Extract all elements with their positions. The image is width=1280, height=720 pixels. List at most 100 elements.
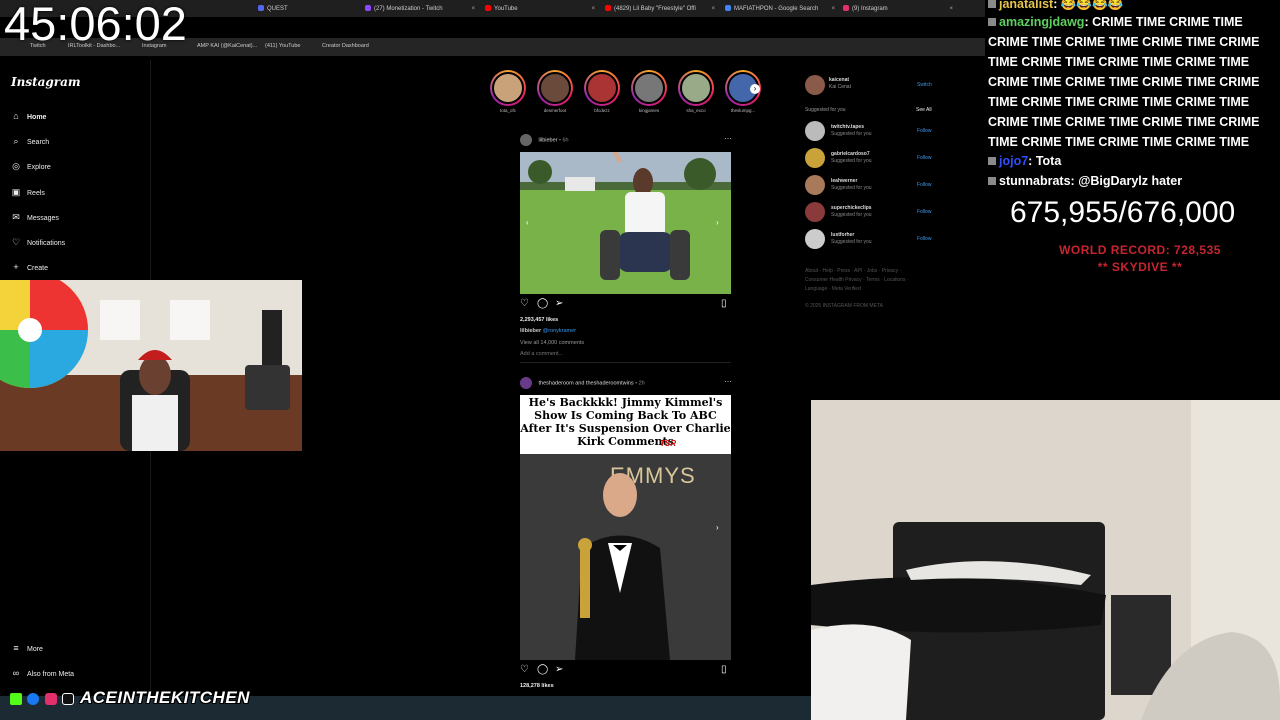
more-options-icon[interactable]: ⋯ [724,134,732,143]
instagram-logo[interactable]: Instagram [11,75,81,89]
nav-label: Search [27,139,50,146]
chat-username: jojo7 [999,154,1029,168]
nav-item-reels[interactable]: ▣ Reels [11,187,45,198]
account-username[interactable]: kaicenat [829,77,849,83]
nav-item-messages[interactable]: ✉ Messages [11,212,59,223]
browser-tab[interactable]: YouTube × [485,2,597,16]
close-tab-icon[interactable]: × [831,2,835,16]
record-subline: ** SKYDIVE ** [1097,260,1183,274]
avatar [805,202,825,222]
tab-label: (4829) Lil Baby "Freestyle" Offi [614,6,696,12]
comment-icon[interactable]: ◯ [537,298,548,309]
nav-item-also-from-meta[interactable]: ∞ Also from Meta [11,668,74,678]
post-image[interactable]: He's Backkkk! Jimmy Kimmel's Show Is Com… [520,395,731,660]
nav-item-search[interactable]: ⌕ Search [11,136,49,147]
switch-account-link[interactable]: Switch [917,82,932,88]
comment-icon[interactable]: ◯ [537,664,548,675]
story-item[interactable]: kingjames [629,70,669,113]
suggested-username[interactable]: superchickeclips [831,205,872,211]
story-ring [490,70,526,106]
see-all-link[interactable]: See All [916,107,932,113]
story-item[interactable]: tota_ofc [488,70,528,113]
post-image[interactable]: ‹ › [520,152,731,294]
close-tab-icon[interactable]: × [711,2,715,16]
nav-label: Create [27,265,49,272]
headline-text: He's Backkkk! Jimmy Kimmel's Show Is Com… [520,395,731,454]
current-account[interactable]: kaicenat Kai Cenat Switch [805,75,932,95]
chat-message: stunnabrats: @BigDarylz hater [988,171,1276,191]
close-tab-icon[interactable]: × [949,2,953,16]
add-comment-input[interactable]: Add a comment... [520,351,563,357]
suggested-account[interactable]: leahwerner Suggested for you Follow [805,175,931,195]
share-icon[interactable]: ➢ [555,298,563,309]
browser-tab[interactable]: MAFIATHPON - Google Search × [725,2,837,16]
follow-button[interactable]: Follow [917,182,931,188]
bookmark-item[interactable]: Creator Dashboard [322,43,369,49]
follow-button[interactable]: Follow [917,128,931,134]
chat-text: CRIME TIME CRIME TIME CRIME TIME CRIME T… [988,15,1260,149]
nav-item-more[interactable]: ≡ More [11,643,43,653]
post-author[interactable]: theshaderoom and theshaderoomtwins [539,380,634,386]
suggested-account[interactable]: lustforher Suggested for you Follow [805,229,931,249]
post-author[interactable]: lilbieber [539,137,558,143]
follow-button[interactable]: Follow [917,209,931,215]
heart-icon[interactable]: ♡ [520,298,529,309]
suggested-username[interactable]: gabrielcardoso7 [831,151,870,157]
story-item[interactable]: bfcdezz [582,70,622,113]
chat-username: janatalist [999,0,1054,11]
chevron-left-icon[interactable]: ‹ [526,218,529,227]
bookmark-item[interactable]: AMP KAI (@KaiCenat)... [197,43,257,49]
browser-tab[interactable]: (4829) Lil Baby "Freestyle" Offi × [605,2,717,16]
suggested-account[interactable]: superchickeclips Suggested for you Follow [805,202,931,222]
story-username: bfcdezz [594,108,610,113]
like-count[interactable]: 128,278 likes [520,683,554,689]
close-tab-icon[interactable]: × [471,2,475,16]
caption-user[interactable]: lilbieber [520,328,541,334]
stream-timer: 45:06:02 [4,0,187,50]
chevron-right-icon[interactable]: › [716,523,719,532]
share-icon[interactable]: ➢ [555,664,563,675]
tab-label: (9) Instagram [852,6,888,12]
suggested-account[interactable]: twitchtv.tapes Suggested for you Follow [805,121,931,141]
story-username: kingjames [638,108,660,113]
bookmark-icon[interactable]: ▯ [721,298,727,309]
heart-icon[interactable]: ♡ [520,664,529,675]
account-name: Kai Cenat [829,84,851,90]
story-username: tota_ofc [499,108,516,113]
chevron-right-icon[interactable]: › [716,218,719,227]
follow-button[interactable]: Follow [917,236,931,242]
avatar [633,72,665,104]
story-item[interactable]: desmerfoot [535,70,575,113]
nav-item-home[interactable]: ⌂ Home [11,111,46,121]
search-icon: ⌕ [13,136,19,146]
follow-button[interactable]: Follow [917,155,931,161]
caption-tag[interactable]: @ronykramer [543,328,576,334]
suggested-subtext: Suggested for you [831,185,872,191]
chat-message: amazingjdawg: CRIME TIME CRIME TIME CRIM… [988,12,1276,152]
story-item[interactable]: sha_exco [676,70,716,113]
browser-tab[interactable]: (27) Monetization - Twitch × [365,2,477,16]
suggested-username[interactable]: leahwerner [831,178,857,184]
footer-links[interactable]: About · Help · Press · API · Jobs · Priv… [805,267,915,294]
bookmark-item[interactable]: (411) YouTube [265,43,300,49]
more-options-icon[interactable]: ⋯ [724,377,732,386]
close-tab-icon[interactable]: × [591,2,595,16]
suggested-username[interactable]: lustforher [831,232,854,238]
bookmark-icon[interactable]: ▯ [721,664,727,675]
nav-item-explore[interactable]: ◎ Explore [11,161,51,172]
kick-icon [10,693,22,705]
chat-message: jojo7: Tota [988,151,1276,171]
chat-username: stunnabrats [999,174,1071,188]
like-count[interactable]: 2,293,457 likes [520,317,558,323]
avatar [680,72,712,104]
nav-item-notifications[interactable]: ♡ Notifications [11,237,65,248]
view-comments-link[interactable]: View all 14,000 comments [520,340,584,346]
story-next-icon[interactable]: › [750,84,760,94]
post-header[interactable]: theshaderoom and theshaderoomtwins • 2h [520,377,645,389]
post-header[interactable]: lilbieber • 6h [520,134,569,146]
browser-tab[interactable]: QUEST× [258,2,370,16]
nav-item-create[interactable]: + Create [11,262,48,272]
suggested-account[interactable]: gabrielcardoso7 Suggested for you Follow [805,148,931,168]
browser-tab[interactable]: (9) Instagram × [843,2,955,16]
suggested-username[interactable]: twitchtv.tapes [831,124,864,130]
